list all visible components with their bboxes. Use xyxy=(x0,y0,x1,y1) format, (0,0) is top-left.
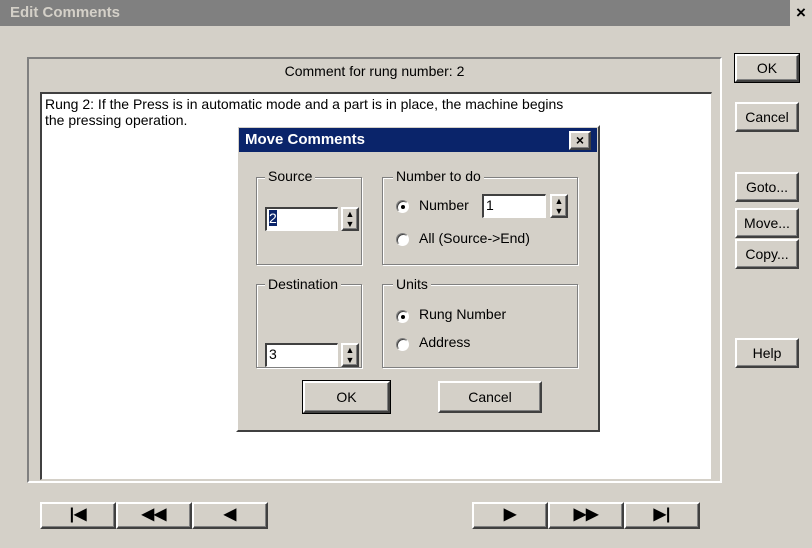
dialog-close-button[interactable]: × xyxy=(569,131,591,150)
window-close-button[interactable]: × xyxy=(790,0,812,26)
spin-down-icon: ▼ xyxy=(345,355,355,365)
copy-button[interactable]: Copy... xyxy=(735,239,799,269)
next-page-button[interactable]: ▶▶ xyxy=(548,502,624,529)
window-title: Edit Comments xyxy=(10,4,121,21)
number-to-do-group xyxy=(382,177,578,265)
arrow-left-icon: ◀ xyxy=(223,506,237,523)
spin-up-icon: ▲ xyxy=(345,209,355,219)
destination-label: Destination xyxy=(265,276,342,292)
rung-number-radio[interactable] xyxy=(396,310,409,323)
rewind-icon: ◀◀ xyxy=(141,506,167,523)
spin-down-icon: ▼ xyxy=(345,219,355,229)
dialog-titlebar: Move Comments xyxy=(239,128,597,152)
goto-button[interactable]: Goto... xyxy=(735,172,799,202)
ok-button[interactable]: OK xyxy=(734,53,800,83)
number-spinner[interactable]: ▲ ▼ xyxy=(550,194,568,218)
units-label: Units xyxy=(393,276,431,292)
comment-caption: Comment for rung number: 2 xyxy=(284,63,465,79)
window-titlebar: Edit Comments xyxy=(0,0,812,26)
spin-up-icon: ▲ xyxy=(554,196,564,206)
source-label: Source xyxy=(265,168,316,184)
rung-number-label: Rung Number xyxy=(419,306,507,322)
skip-end-icon: ▶| xyxy=(653,506,671,523)
number-radio-label: Number xyxy=(419,197,469,213)
destination-input[interactable]: 3 xyxy=(265,343,338,367)
move-button[interactable]: Move... xyxy=(735,208,799,238)
first-rung-button[interactable]: |◀ xyxy=(40,502,116,529)
dialog-title: Move Comments xyxy=(245,131,366,148)
address-radio[interactable] xyxy=(396,338,409,351)
cancel-button[interactable]: Cancel xyxy=(735,102,799,132)
help-button[interactable]: Help xyxy=(735,338,799,368)
all-radio[interactable] xyxy=(396,233,409,246)
spin-down-icon: ▼ xyxy=(554,206,564,216)
arrow-right-icon: ▶ xyxy=(503,506,517,523)
spin-up-icon: ▲ xyxy=(345,345,355,355)
fast-forward-icon: ▶▶ xyxy=(573,506,599,523)
source-input[interactable]: 2 xyxy=(265,207,338,231)
number-input[interactable]: 1 xyxy=(482,194,546,218)
all-radio-label: All (Source->End) xyxy=(419,230,530,246)
dialog-ok-button[interactable]: OK xyxy=(302,380,391,414)
number-to-do-label: Number to do xyxy=(393,168,484,184)
next-rung-button[interactable]: ▶ xyxy=(472,502,548,529)
previous-rung-button[interactable]: ◀ xyxy=(192,502,268,529)
skip-start-icon: |◀ xyxy=(69,506,87,523)
units-group xyxy=(382,284,578,368)
last-rung-button[interactable]: ▶| xyxy=(624,502,700,529)
destination-spinner[interactable]: ▲ ▼ xyxy=(341,343,359,367)
dialog-cancel-button[interactable]: Cancel xyxy=(438,381,542,413)
source-spinner[interactable]: ▲ ▼ xyxy=(341,207,359,231)
previous-page-button[interactable]: ◀◀ xyxy=(116,502,192,529)
address-label: Address xyxy=(419,334,471,350)
number-radio[interactable] xyxy=(396,200,409,213)
